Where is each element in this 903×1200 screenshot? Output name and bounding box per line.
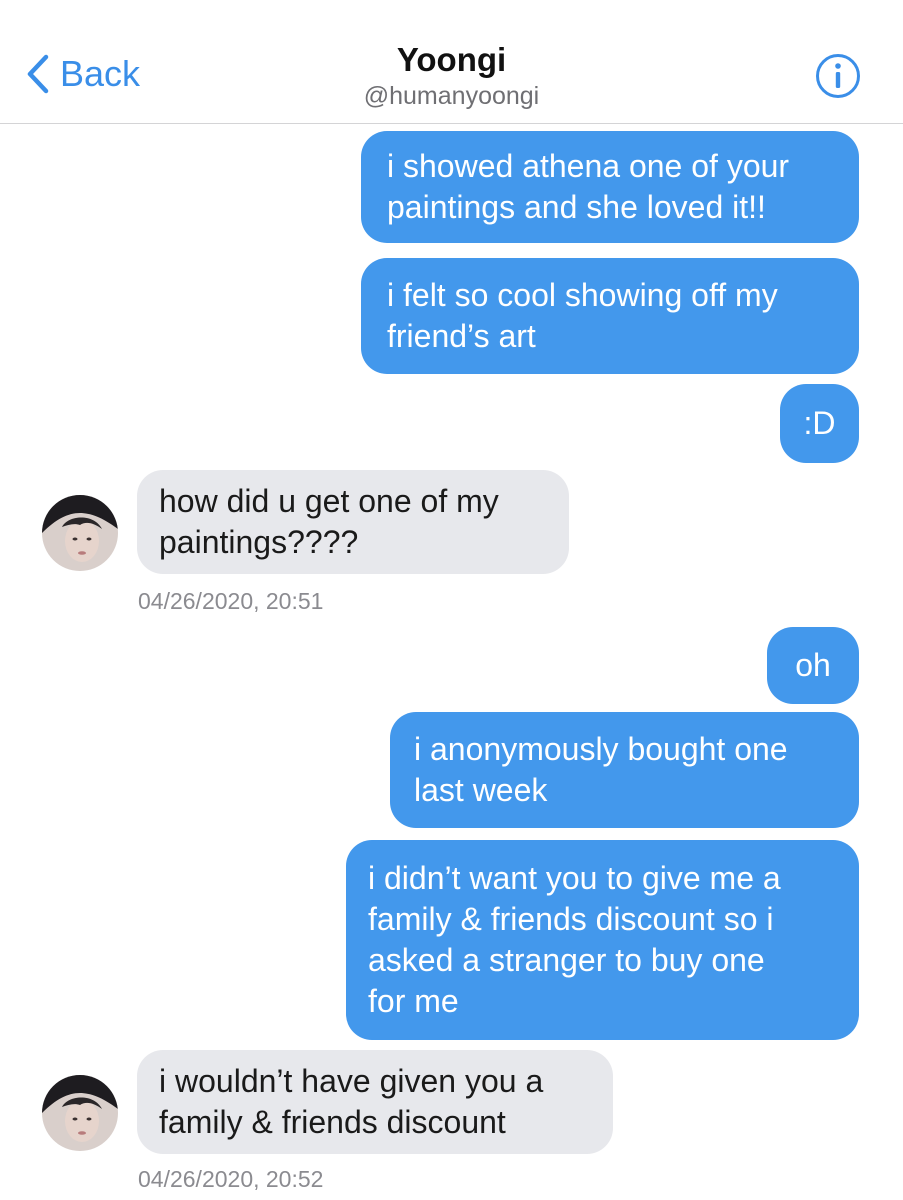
message-bubble-incoming[interactable]: how did u get one of my paintings???? — [137, 470, 569, 574]
info-button[interactable] — [815, 53, 861, 99]
message-bubble-incoming[interactable]: i wouldn’t have given you a family & fri… — [137, 1050, 613, 1154]
contact-avatar[interactable] — [42, 495, 118, 571]
message-bubble-outgoing[interactable]: oh — [767, 627, 859, 704]
message-timestamp: 04/26/2020, 20:51 — [138, 588, 324, 614]
contact-avatar[interactable] — [42, 1075, 118, 1151]
message-bubble-outgoing[interactable]: :D — [780, 384, 859, 463]
message-bubble-outgoing[interactable]: i anonymously bought one last week — [390, 712, 859, 828]
conversation-header: Back Yoongi @humanyoongi — [0, 0, 903, 124]
message-timestamp: 04/26/2020, 20:52 — [138, 1166, 324, 1192]
message-bubble-outgoing[interactable]: i didn’t want you to give me a family & … — [346, 840, 859, 1040]
contact-name: Yoongi — [396, 41, 507, 78]
message-bubble-outgoing[interactable]: i felt so cool showing off my friend’s a… — [361, 258, 859, 374]
contact-handle: @humanyoongi — [363, 82, 540, 110]
info-icon — [816, 54, 860, 98]
message-bubble-outgoing[interactable]: i showed athena one of your paintings an… — [361, 131, 859, 243]
